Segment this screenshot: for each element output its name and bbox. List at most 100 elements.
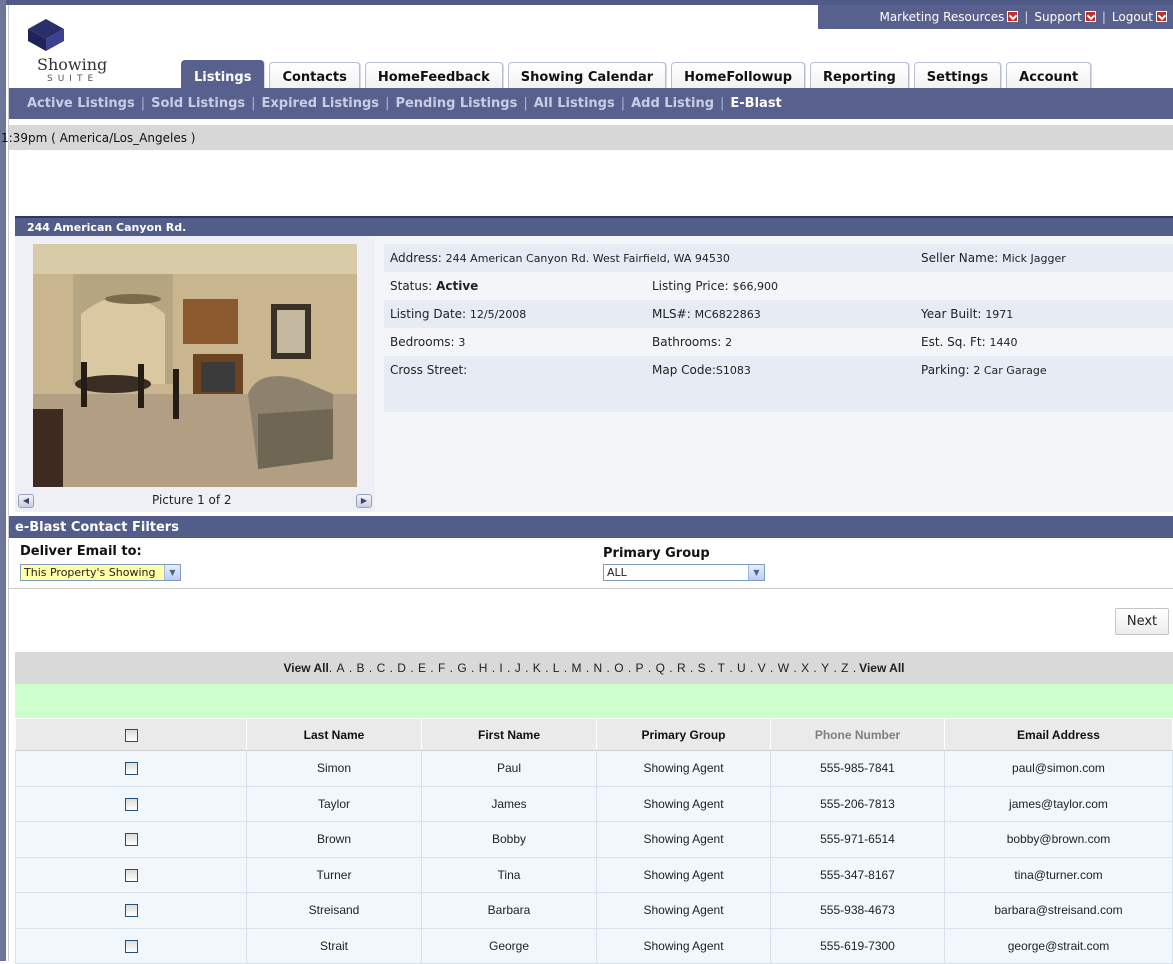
table-body: Simon Paul Showing Agent 555-985-7841 paul@s… [15, 750, 1173, 964]
letter-link-z[interactable]: Z [840, 661, 849, 675]
filters-title: e-Blast Contact Filters [9, 516, 1173, 538]
row-checkbox[interactable] [124, 797, 138, 811]
first-name-header[interactable]: First Name [421, 718, 597, 751]
divider: | [385, 96, 390, 111]
letter-link-e[interactable]: E [417, 661, 427, 675]
primary-group-cell: Showing Agent [596, 821, 771, 858]
prev-picture-button[interactable]: ◀ [18, 494, 34, 508]
property-photo [33, 244, 357, 487]
letter-link-v[interactable]: V [757, 661, 767, 675]
filters-body: Deliver Email to: This Property's Showin… [9, 538, 1173, 589]
subnav-pending-listings[interactable]: Pending Listings [395, 96, 517, 111]
letter-link-n[interactable]: N [593, 661, 604, 675]
email-address-header[interactable]: Email Address [944, 718, 1173, 751]
letter-link-o[interactable]: O [613, 661, 624, 675]
listing-date-label: Listing Date: [390, 307, 467, 321]
letter-link-h[interactable]: H [478, 661, 489, 675]
email-address-cell: barbara@streisand.com [944, 892, 1173, 929]
primary-group-value: ALL [607, 566, 627, 579]
price-value: $66,900 [732, 280, 779, 293]
letter-link-x[interactable]: X [800, 661, 810, 675]
last-name-cell: Simon [246, 750, 422, 787]
email-address-cell: tina@turner.com [944, 856, 1173, 893]
view-all-link[interactable]: View All [283, 661, 328, 675]
row-checkbox[interactable] [124, 762, 138, 776]
subnav-all-listings[interactable]: All Listings [534, 96, 615, 111]
last-name-cell: Streisand [246, 892, 422, 929]
contacts-table: Last Name First Name Primary Group Phone… [15, 718, 1173, 964]
seller-label: Seller Name: [921, 251, 999, 265]
table-row[interactable]: Streisand Barbara Showing Agent 555-938-467… [15, 892, 1173, 929]
letter-link-m[interactable]: M [570, 661, 582, 675]
deliver-email-select[interactable]: This Property's Showing ▼ [20, 564, 181, 581]
price-label: Listing Price: [652, 279, 729, 293]
status-label: Status: [390, 279, 433, 293]
price-field: Listing Price: $66,900 [652, 279, 778, 293]
letter-link-a[interactable]: A [336, 661, 346, 675]
row-checkbox[interactable] [124, 833, 138, 847]
primary-group-cell: Showing Agent [596, 856, 771, 893]
year-built-field: Year Built: 1971 [921, 307, 1013, 321]
support-link[interactable]: Support [1034, 10, 1096, 24]
primary-group-header[interactable]: Primary Group [596, 718, 771, 751]
letter-link-q[interactable]: Q [655, 661, 666, 675]
letter-link-t[interactable]: T [717, 661, 726, 675]
letter-link-f[interactable]: F [437, 661, 446, 675]
address-field: Address: 244 American Canyon Rd. West Fa… [390, 251, 730, 265]
time-bar: 1:39pm ( America/Los_Angeles ) [1, 125, 1173, 150]
letter-link-j[interactable]: J [514, 661, 522, 675]
letter-link-w[interactable]: W [777, 661, 790, 675]
showing-suite-logo[interactable]: Showing SUITE [21, 15, 161, 85]
marketing-resources-link[interactable]: Marketing Resources [879, 10, 1019, 24]
row-checkbox[interactable] [124, 939, 138, 953]
subnav-active-listings[interactable]: Active Listings [27, 96, 135, 111]
subnav-expired-listings[interactable]: Expired Listings [262, 96, 380, 111]
letter-link-s[interactable]: S [697, 661, 707, 675]
map-code-value: S1083 [715, 364, 751, 377]
select-all-checkbox[interactable] [124, 728, 138, 742]
last-name-cell: Taylor [246, 785, 422, 822]
divider: | [140, 96, 146, 111]
table-row[interactable]: Turner Tina Showing Agent 555-347-8167 tina@… [15, 856, 1173, 893]
letter-link-g[interactable]: G [456, 661, 467, 675]
row-checkbox[interactable] [124, 904, 138, 918]
parking-field: Parking: 2 Car Garage [921, 363, 1047, 377]
table-row[interactable]: Brown Bobby Showing Agent 555-971-6514 bobby… [15, 821, 1173, 858]
table-row[interactable]: Taylor James Showing Agent 555-206-7813 jame… [15, 785, 1173, 822]
letter-link-y[interactable]: Y [820, 661, 830, 675]
phone-number-cell: 555-206-7813 [770, 785, 945, 822]
bedrooms-field: Bedrooms: 3 [390, 335, 465, 349]
subnav-add-listing[interactable]: Add Listing [631, 96, 714, 111]
parking-value: 2 Car Garage [973, 364, 1047, 377]
letter-link-p[interactable]: P [635, 661, 645, 675]
primary-group-select[interactable]: ALL ▼ [603, 564, 765, 581]
top-links: Marketing Resources | Support | Logout [818, 5, 1173, 29]
letter-link-l[interactable]: L [552, 661, 561, 675]
logo-subtext: SUITE [47, 74, 99, 84]
subnav-sold-listings[interactable]: Sold Listings [151, 96, 245, 111]
next-button[interactable]: Next [1115, 608, 1169, 635]
letter-link-b[interactable]: B [356, 661, 366, 675]
subnav-e-blast[interactable]: E-Blast [730, 96, 781, 111]
alphabet-filter: View All . A . B . C . D . E . F . G . H… [15, 652, 1173, 684]
year-built-label: Year Built: [921, 307, 982, 321]
table-row[interactable]: Strait George Showing Agent 555-619-7300 geo… [15, 927, 1173, 964]
table-row[interactable]: Simon Paul Showing Agent 555-985-7841 paul@s… [15, 750, 1173, 787]
view-all-link[interactable]: View All [859, 661, 904, 675]
last-name-header[interactable]: Last Name [246, 718, 422, 751]
email-address-cell: george@strait.com [944, 927, 1173, 964]
letter-link-r[interactable]: R [676, 661, 687, 675]
next-picture-button[interactable]: ▶ [356, 494, 372, 508]
row-select-cell [15, 856, 247, 893]
logout-link[interactable]: Logout [1112, 10, 1167, 24]
row-checkbox[interactable] [124, 868, 138, 882]
letter-link-u[interactable]: U [736, 661, 747, 675]
letter-link-d[interactable]: D [396, 661, 407, 675]
letter-link-i[interactable]: I [498, 661, 503, 675]
first-name-cell: James [421, 785, 597, 822]
letter-link-c[interactable]: C [376, 661, 387, 675]
status-field: Status: Active [390, 279, 478, 293]
map-code-field: Map Code:S1083 [652, 363, 751, 377]
listing-date-field: Listing Date: 12/5/2008 [390, 307, 526, 321]
letter-link-k[interactable]: K [532, 661, 542, 675]
